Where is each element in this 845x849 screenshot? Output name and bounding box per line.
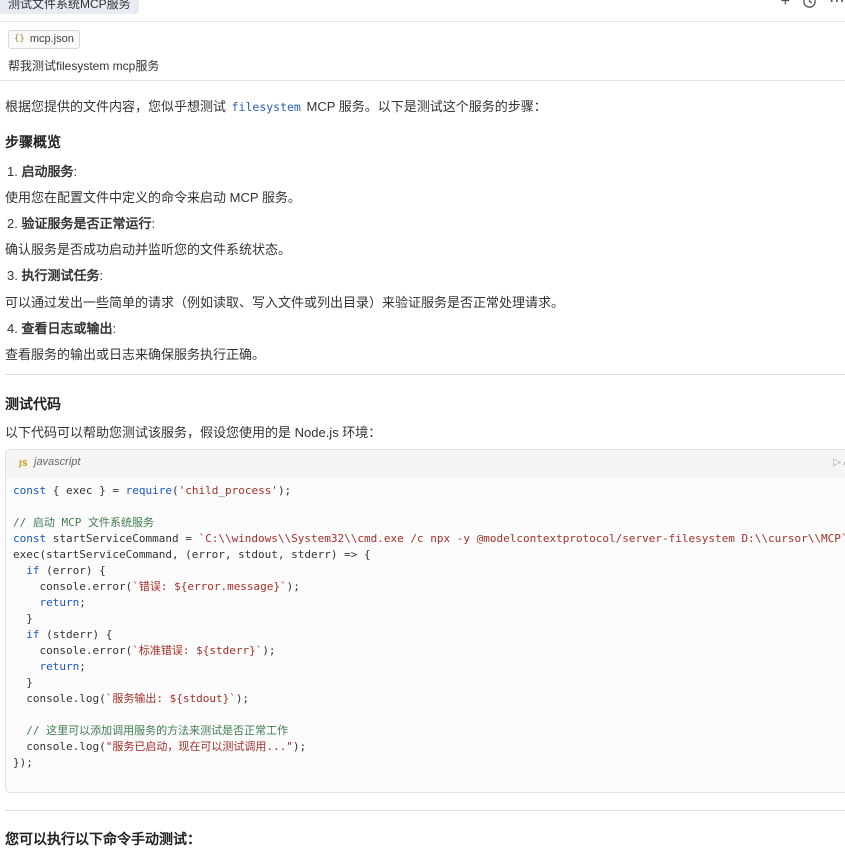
code-line: exec(startServiceCommand, (error, stdout… [13, 548, 371, 561]
step-colon: : [112, 321, 117, 336]
divider [5, 810, 845, 811]
step-2-title: 2. 验证服务是否正常运行: [7, 213, 155, 232]
run-button[interactable]: ▷ A [833, 457, 845, 468]
step-3-title: 3. 执行测试任务: [7, 265, 103, 284]
tab-bar: 测试文件系统MCP服务 + ⋯ [0, 0, 845, 18]
code-line: // 启动 MCP 文件系统服务 [13, 516, 154, 529]
plus-icon[interactable]: + [781, 0, 790, 13]
step-4-desc: 查看服务的输出或日志来确保服务执行正确。 [5, 347, 266, 362]
user-message: {} mcp.json 帮我测试filesystem mcp服务 [0, 21, 845, 81]
code-line: console.log(`服务输出: ${stdout}`); [13, 692, 250, 705]
code-language-label: javascript [34, 456, 81, 468]
tab-title[interactable]: 测试文件系统MCP服务 [0, 0, 139, 14]
top-actions: + ⋯ [781, 0, 845, 13]
user-message-text: 帮我测试filesystem mcp服务 [8, 59, 160, 73]
json-file-icon: {} [14, 34, 25, 44]
intro-text-pre: 根据您提供的文件内容，您似乎想测试 [5, 99, 230, 114]
test-code-intro: 以下代码可以帮助您测试该服务，假设您使用的是 Node.js 环境： [5, 425, 382, 440]
step-title: 执行测试任务 [21, 268, 100, 283]
step-2-desc: 确认服务是否成功启动并监听您的文件系统状态。 [5, 242, 292, 257]
code-line: if (stderr) { [26, 628, 113, 641]
code-line: return; [39, 660, 86, 673]
step-1-desc: 使用您在配置文件中定义的命令来启动 MCP 服务。 [5, 190, 301, 205]
code-content[interactable]: const { exec } = require('child_process'… [13, 483, 845, 771]
step-number: 2. [7, 216, 18, 231]
history-icon[interactable] [802, 0, 817, 13]
step-number: 3. [7, 268, 18, 283]
overview-heading: 步骤概览 [5, 134, 61, 150]
code-block-header: JS javascript ▷ A [6, 450, 845, 477]
code-line: } [13, 612, 33, 625]
step-title: 验证服务是否正常运行 [21, 216, 152, 231]
more-icon[interactable]: ⋯ [829, 0, 845, 13]
step-number: 4. [7, 321, 18, 336]
code-block[interactable]: JS javascript ▷ A const { exec } = requi… [5, 449, 845, 793]
step-3-desc: 可以通过发出一些简单的请求（例如读取、写入文件或列出目录）来验证服务是否正常处理… [5, 295, 565, 310]
step-colon: : [151, 216, 156, 231]
code-line: console.log("服务已启动，现在可以测试调用..."); [13, 740, 307, 753]
step-colon: : [73, 164, 78, 179]
code-line: }); [13, 756, 33, 769]
inline-code: filesystem [231, 100, 301, 114]
step-title: 查看日志或输出 [21, 321, 113, 336]
code-line: // 这里可以添加调用服务的方法来测试是否正常工作 [13, 724, 289, 737]
manual-test-heading: 您可以执行以下命令手动测试： [5, 831, 201, 847]
javascript-icon: JS [19, 459, 28, 468]
code-line: } [13, 676, 33, 689]
step-colon: : [99, 268, 104, 283]
intro-text-post: MCP 服务。以下是测试这个服务的步骤： [302, 99, 547, 114]
code-line: console.error(`错误: ${error.message}`); [13, 580, 300, 593]
code-line: if (error) { [26, 564, 106, 577]
intro-paragraph: 根据您提供的文件内容，您似乎想测试 filesystem MCP 服务。以下是测… [5, 96, 547, 115]
test-code-heading: 测试代码 [5, 396, 61, 412]
code-line: console.error(`标准错误: ${stderr}`); [13, 644, 276, 657]
step-title: 启动服务 [21, 164, 74, 179]
divider [5, 374, 845, 375]
attachment-name: mcp.json [29, 33, 74, 45]
code-line: return; [39, 596, 86, 609]
step-1-title: 1. 启动服务: [7, 161, 77, 180]
step-number: 1. [7, 164, 18, 179]
attachment-chip[interactable]: {} mcp.json [8, 30, 80, 49]
step-4-title: 4. 查看日志或输出: [7, 318, 116, 337]
code-line: const startServiceCommand = `C:\\windows… [13, 532, 845, 545]
code-line: const { exec } = require('child_process'… [13, 484, 292, 497]
